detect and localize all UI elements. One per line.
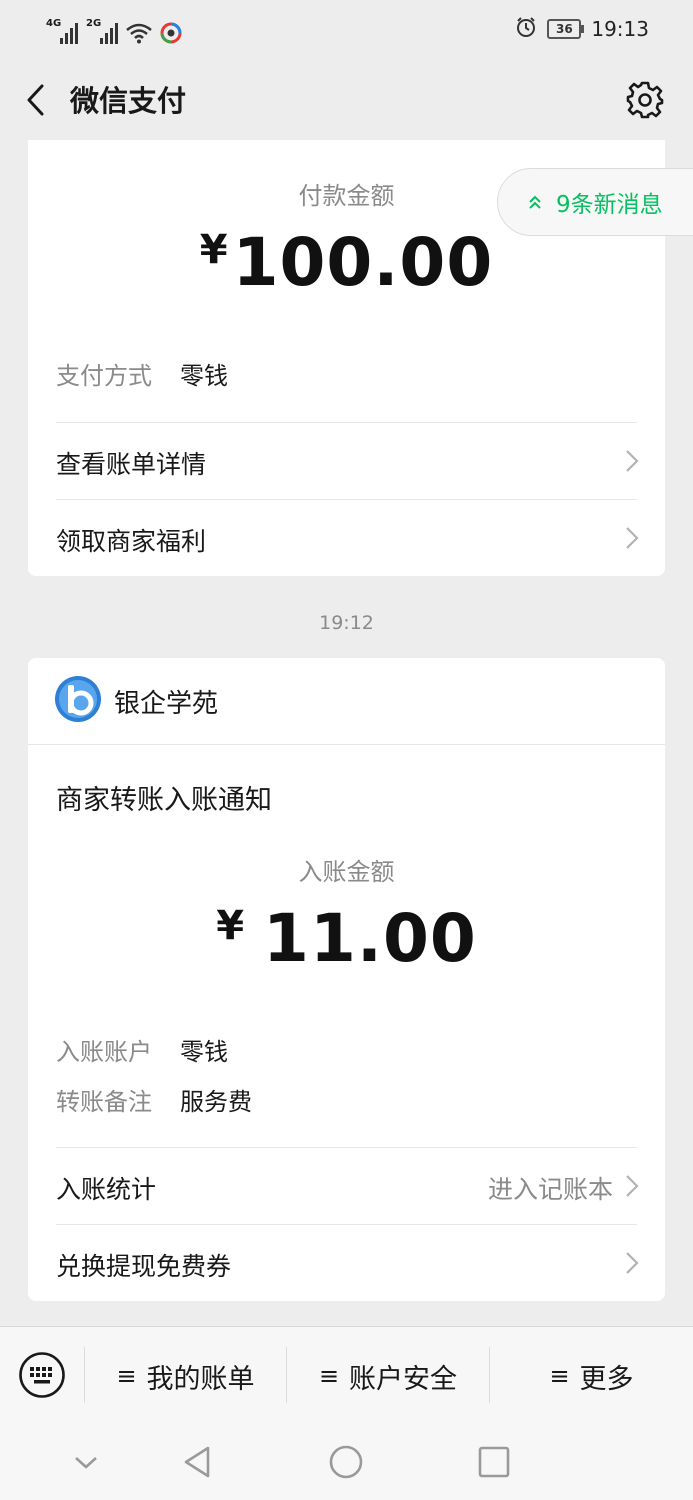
back-button[interactable]: [18, 80, 58, 120]
square-recents-icon: [478, 1446, 510, 1478]
settings-button[interactable]: [623, 78, 667, 122]
gear-icon: [626, 81, 664, 119]
new-messages-label: 9条新消息: [556, 192, 663, 218]
menu-label: 我的账单: [146, 1363, 255, 1395]
new-messages-button[interactable]: 9条新消息: [497, 168, 693, 236]
row-label: 查看账单详情: [56, 450, 207, 479]
row-label: 入账统计: [56, 1175, 157, 1204]
app-notification-icon: [160, 22, 182, 44]
system-back-button[interactable]: [178, 1442, 218, 1482]
payment-method-value: 零钱: [180, 362, 228, 390]
system-home-button[interactable]: [326, 1442, 366, 1482]
alarm-icon: [515, 16, 537, 42]
wifi-icon: [126, 22, 152, 44]
merchant-benefits-row[interactable]: 领取商家福利: [56, 500, 639, 576]
divider: [28, 744, 665, 745]
network-type-2: 2G: [86, 18, 102, 29]
menu-account-security[interactable]: ≡ 账户安全: [287, 1327, 489, 1425]
transfer-remark-value: 服务费: [180, 1088, 252, 1116]
row-label: 领取商家福利: [56, 527, 207, 556]
signal-1: 4G: [46, 18, 78, 44]
system-recents-button[interactable]: [474, 1442, 514, 1482]
payment-method: 支付方式 零钱: [56, 356, 228, 391]
received-account-value: 零钱: [180, 1038, 228, 1066]
menu-label: 更多: [579, 1363, 634, 1395]
received-account-key: 入账账户: [56, 1038, 152, 1066]
circle-home-icon: [329, 1445, 363, 1479]
nav-header: 微信支付: [0, 58, 693, 142]
payment-amount-value: 100.00: [232, 224, 494, 301]
received-amount-value: 11.00: [263, 900, 477, 977]
status-left: 4G 2G: [46, 14, 182, 44]
received-amount: ¥11.00: [28, 900, 665, 977]
transfer-remark: 转账备注 服务费: [56, 1082, 252, 1117]
chevron-left-icon: [27, 84, 44, 116]
transfer-remark-key: 转账备注: [56, 1088, 152, 1116]
triangle-back-icon: [184, 1446, 210, 1478]
menu-my-bills[interactable]: ≡ 我的账单: [85, 1327, 286, 1425]
currency-symbol: ¥: [216, 903, 246, 949]
chevron-right-icon: [626, 1175, 639, 1197]
menu-label: 账户安全: [349, 1363, 458, 1395]
chevron-right-icon: [626, 527, 639, 549]
row-label: 兑换提现免费券: [56, 1252, 232, 1281]
notice-title: 商家转账入账通知: [56, 785, 272, 816]
hide-nav-button[interactable]: [66, 1442, 106, 1482]
chevron-right-icon: [626, 450, 639, 472]
chevron-right-icon: [626, 1252, 639, 1274]
merchant-logo-icon: [54, 675, 102, 727]
signal-2: 2G: [86, 18, 118, 44]
merchant-name: 银企学苑: [114, 688, 219, 719]
double-chevron-up-icon: [529, 195, 541, 209]
merchant-header[interactable]: 银企学苑: [54, 676, 218, 726]
menu-icon: ≡: [318, 1362, 340, 1390]
status-bar: 4G 2G 36 19:13: [0, 0, 693, 58]
currency-symbol: ¥: [199, 227, 229, 273]
menu-icon: ≡: [549, 1362, 570, 1390]
system-nav-bar: [0, 1424, 693, 1500]
status-time: 19:13: [591, 17, 649, 41]
signal-bars-icon: [100, 23, 118, 44]
received-account: 入账账户 零钱: [56, 1032, 228, 1067]
received-amount-label: 入账金额: [298, 858, 395, 886]
network-type-1: 4G: [46, 18, 62, 29]
income-stats-row[interactable]: 入账统计 进入记账本: [56, 1148, 639, 1224]
message-time: 19:12: [319, 612, 374, 634]
view-bill-details-row[interactable]: 查看账单详情: [56, 423, 639, 499]
transfer-notice-card: 银企学苑 商家转账入账通知 入账金额 ¥11.00 入账账户 零钱 转账备注 服务费…: [28, 658, 665, 1301]
redeem-coupon-row[interactable]: 兑换提现免费券: [56, 1225, 639, 1301]
signal-bars-icon: [60, 23, 78, 44]
menu-more[interactable]: ≡ 更多: [490, 1327, 693, 1425]
keyboard-toggle-button[interactable]: [18, 1351, 66, 1399]
chevron-down-icon: [75, 1457, 97, 1469]
page-title: 微信支付: [70, 84, 187, 118]
row-extra: 进入记账本: [487, 1175, 613, 1204]
keyboard-icon: [19, 1352, 65, 1398]
status-right: 36 19:13: [515, 14, 649, 44]
service-menu-bar: ≡ 我的账单 ≡ 账户安全 ≡ 更多: [0, 1326, 693, 1425]
payment-method-key: 支付方式: [56, 362, 152, 390]
battery-icon: 36: [547, 19, 585, 39]
menu-icon: ≡: [116, 1362, 137, 1390]
